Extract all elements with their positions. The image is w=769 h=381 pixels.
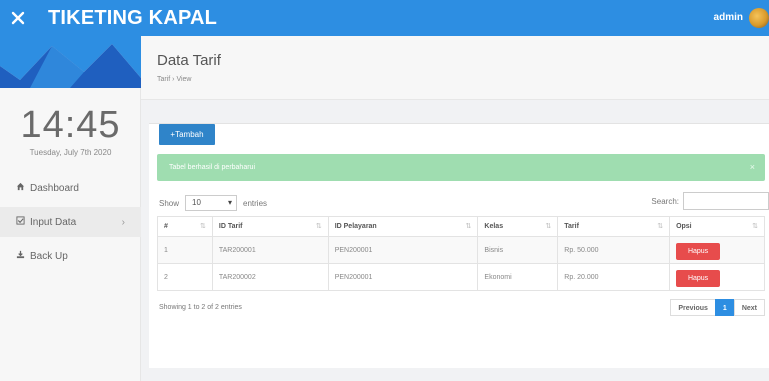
- column-header-no[interactable]: # ⇅: [157, 216, 213, 237]
- cell-kelas: Bisnis: [477, 236, 559, 264]
- sort-icon: ⇅: [752, 223, 758, 230]
- entries-label: entries: [243, 198, 268, 208]
- delete-button[interactable]: Hapus: [676, 243, 721, 260]
- clock-time: 14:45: [20, 104, 121, 146]
- sidebar-item-input-data[interactable]: Input Data ›: [0, 207, 141, 237]
- search-label: Search:: [651, 196, 679, 206]
- entries-value: 10: [192, 198, 201, 207]
- table-search: Search:: [651, 192, 769, 210]
- cell-no: 2: [157, 263, 213, 291]
- show-label: Show: [159, 198, 180, 208]
- success-alert: Tabel berhasil di perbaharui ×: [157, 154, 765, 181]
- sidebar-item-label: Input Data: [30, 216, 77, 228]
- data-card: +Tambah Tabel berhasil di perbaharui × S…: [149, 123, 769, 368]
- entries-length: Show 10 ▾ entries: [159, 195, 267, 211]
- chevron-down-icon: ▾: [228, 198, 233, 207]
- sidebar-item-label: Back Up: [30, 250, 68, 262]
- cell-opsi: Hapus: [669, 263, 765, 291]
- top-bar: TIKETING KAPAL admin: [0, 0, 769, 36]
- download-icon: [16, 250, 30, 262]
- entries-select[interactable]: 10 ▾: [185, 195, 238, 211]
- cell-id-pelayaran: PEN200001: [327, 236, 479, 264]
- search-input[interactable]: [683, 192, 769, 210]
- column-header-opsi[interactable]: Opsi ⇅: [669, 216, 765, 237]
- table-info: Showing 1 to 2 of 2 entries: [159, 304, 242, 311]
- sort-icon: ⇅: [545, 223, 552, 230]
- column-header-tarif[interactable]: Tarif ⇅: [557, 216, 671, 237]
- next-button[interactable]: Next: [733, 299, 765, 316]
- sidebar-item-back-up[interactable]: Back Up: [0, 241, 141, 271]
- table-row: 1 TAR200001 PEN200001 Bisnis Rp. 50.000 …: [157, 236, 765, 264]
- clock-date: Tuesday, July 7th 2020: [29, 148, 112, 157]
- sort-icon: ⇅: [465, 223, 472, 230]
- sort-icon: ⇅: [657, 223, 664, 230]
- main-content: Data Tarif Tarif › View +Tambah Tabel be…: [141, 36, 769, 381]
- cell-id-pelayaran: PEN200001: [327, 263, 479, 291]
- column-header-kelas[interactable]: Kelas ⇅: [477, 216, 559, 237]
- pagination: Previous 1 Next: [670, 299, 765, 316]
- chevron-right-icon: ›: [121, 216, 125, 228]
- page-title: Data Tarif: [157, 52, 221, 69]
- breadcrumb[interactable]: Tarif › View: [157, 76, 192, 83]
- cell-tarif: Rp. 20.000: [557, 263, 671, 291]
- table-row: 2 TAR200002 PEN200001 Ekonomi Rp. 20.000…: [157, 263, 765, 291]
- cell-opsi: Hapus: [669, 236, 765, 264]
- app-title: TIKETING KAPAL: [48, 7, 218, 29]
- previous-button[interactable]: Previous: [670, 299, 716, 316]
- cell-id-tarif: TAR200001: [211, 236, 329, 264]
- avatar[interactable]: [749, 8, 769, 28]
- user-name[interactable]: admin: [714, 12, 743, 23]
- cell-kelas: Ekonomi: [477, 263, 559, 291]
- alert-message: Tabel berhasil di perbaharui: [169, 164, 255, 171]
- sidebar-banner: [0, 36, 141, 88]
- home-icon: [16, 182, 30, 194]
- column-header-id-pelayaran[interactable]: ID Pelayaran ⇅: [327, 216, 479, 237]
- sidebar: 14:45 Tuesday, July 7th 2020 Dashboard I…: [0, 36, 141, 381]
- cell-id-tarif: TAR200002: [211, 263, 329, 291]
- cell-tarif: Rp. 50.000: [557, 236, 671, 264]
- checkbox-icon: [16, 216, 30, 228]
- close-button[interactable]: [0, 0, 36, 36]
- sort-icon: ⇅: [200, 223, 206, 230]
- sidebar-item-label: Dashboard: [30, 182, 79, 194]
- page-button-1[interactable]: 1: [714, 299, 735, 316]
- page-header: Data Tarif Tarif › View: [141, 36, 769, 100]
- sort-icon: ⇅: [315, 223, 322, 230]
- close-icon[interactable]: ×: [750, 154, 755, 181]
- delete-button[interactable]: Hapus: [676, 270, 721, 287]
- tarif-table: # ⇅ ID Tarif ⇅ ID Pelayaran ⇅ Kelas ⇅ Tarif ⇅…: [157, 216, 765, 291]
- table-header-row: # ⇅ ID Tarif ⇅ ID Pelayaran ⇅ Kelas ⇅ Tarif ⇅…: [157, 216, 765, 237]
- close-icon: [11, 11, 25, 25]
- sidebar-item-dashboard[interactable]: Dashboard: [0, 173, 141, 203]
- column-header-id-tarif[interactable]: ID Tarif ⇅: [211, 216, 329, 237]
- cell-no: 1: [157, 236, 213, 264]
- add-button[interactable]: +Tambah: [159, 124, 215, 145]
